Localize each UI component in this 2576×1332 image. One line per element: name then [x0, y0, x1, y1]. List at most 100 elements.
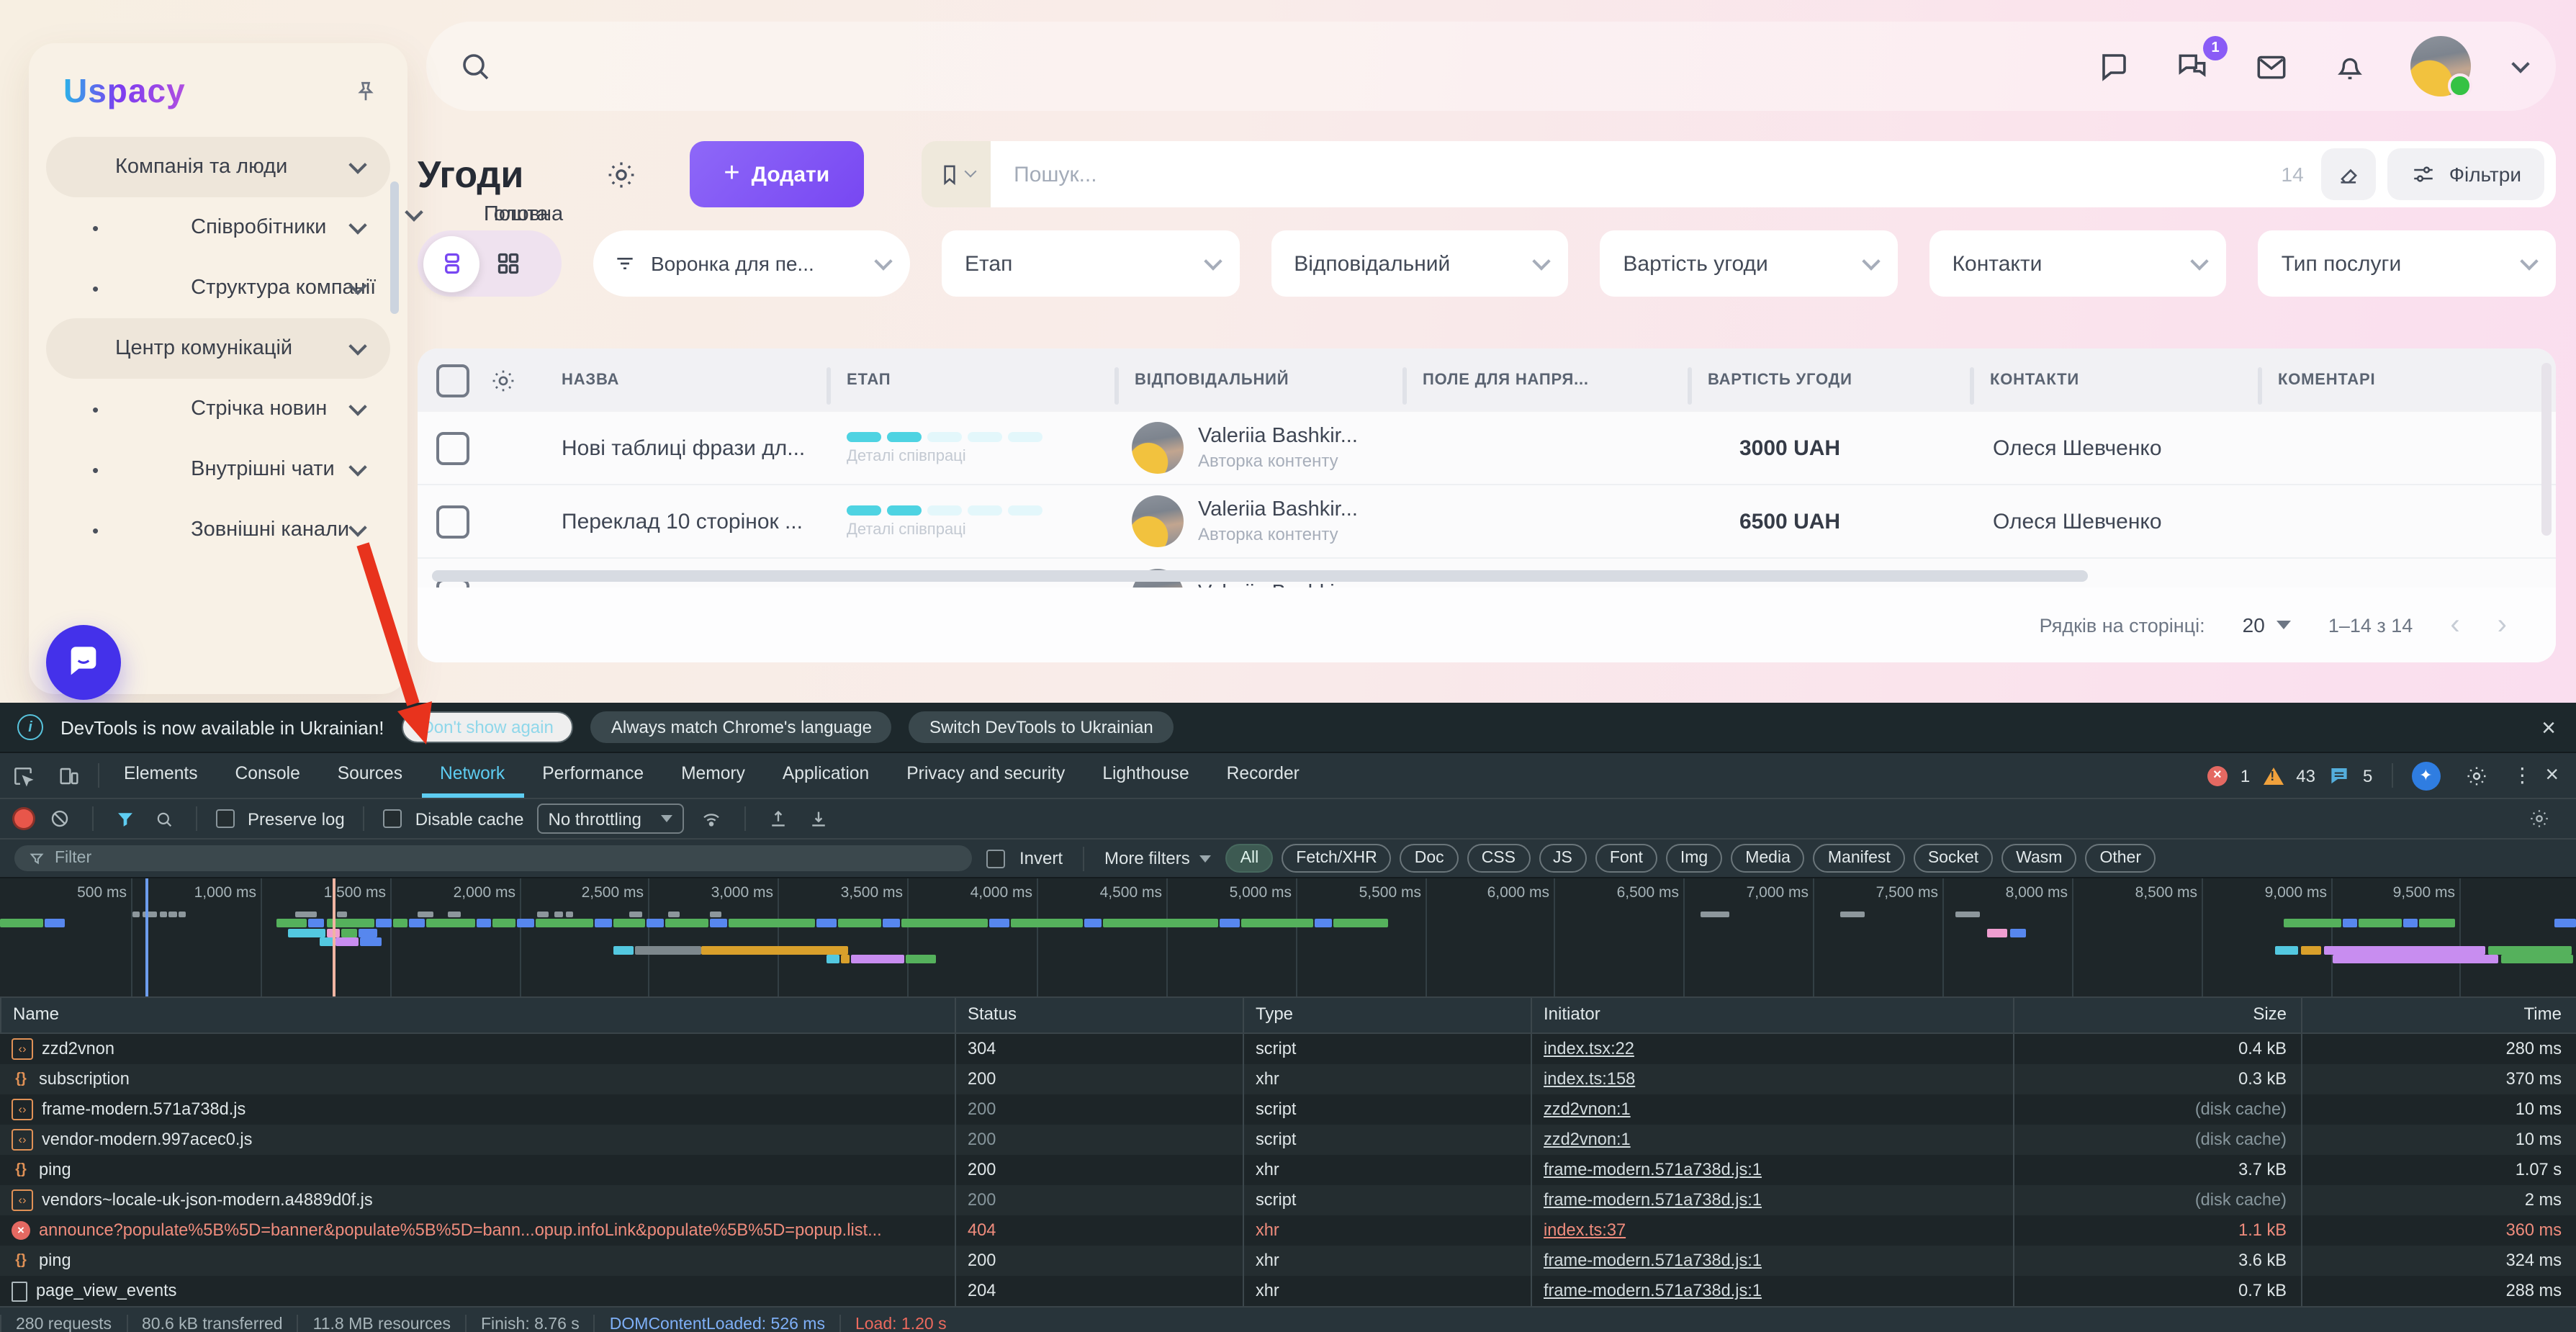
devtools-tab[interactable]: Lighthouse — [1084, 753, 1207, 798]
user-avatar[interactable] — [2410, 36, 2471, 96]
request-type-chip[interactable]: Socket — [1914, 844, 1993, 873]
feedback-icon[interactable] — [2097, 49, 2131, 84]
devtools-close-icon[interactable]: × — [2545, 764, 2559, 787]
request-name[interactable]: vendor-modern.997acec0.js — [42, 1125, 252, 1155]
sidebar-item[interactable]: Співробітники — [46, 197, 390, 258]
deal-contact[interactable]: Олеся Шевченко — [1970, 509, 2258, 534]
network-request-row[interactable]: page_view_events 204 xhr frame-modern.57… — [0, 1276, 2576, 1306]
network-filter-input[interactable]: Filter — [14, 845, 972, 871]
request-initiator-link[interactable]: index.ts:37 — [1544, 1220, 1626, 1240]
request-initiator-link[interactable]: frame-modern.571a738d.js:1 — [1544, 1159, 1762, 1179]
column-header[interactable]: НАЗВА — [541, 372, 827, 389]
request-type-chip[interactable]: Wasm — [2001, 844, 2076, 873]
filter-select[interactable]: Етап — [942, 230, 1239, 297]
devtools-tab[interactable]: Sources — [319, 753, 421, 798]
filter-select[interactable]: Тип послуги — [2258, 230, 2556, 297]
sidebar-item[interactable]: Стрічка новин — [46, 379, 390, 439]
request-name[interactable]: ping — [39, 1246, 71, 1276]
select-all-checkbox[interactable] — [436, 364, 469, 397]
row-checkbox[interactable] — [436, 505, 469, 538]
request-initiator-link[interactable]: zzd2vnon:1 — [1544, 1099, 1631, 1119]
notifications-bell-icon[interactable] — [2333, 49, 2367, 84]
devtools-tab[interactable]: Console — [217, 753, 319, 798]
throttling-select[interactable]: No throttling — [537, 804, 685, 834]
devtools-settings-gear-icon[interactable] — [2453, 764, 2499, 787]
devtools-tab[interactable]: Recorder — [1208, 753, 1318, 798]
request-initiator-link[interactable]: zzd2vnon:1 — [1544, 1129, 1631, 1149]
deal-name[interactable]: Нові таблиці фрази дл... — [541, 436, 827, 460]
network-settings-gear-icon[interactable] — [2517, 808, 2562, 829]
deal-name[interactable]: Переклад 10 сторінок ... — [541, 509, 827, 534]
inspect-element-icon[interactable] — [0, 764, 46, 787]
next-page-button[interactable]: › — [2498, 608, 2507, 642]
saved-filters-bookmark-button[interactable] — [922, 141, 991, 207]
request-initiator-link[interactable]: frame-modern.571a738d.js:1 — [1544, 1189, 1762, 1210]
sidebar-item[interactable]: Структура компанії — [46, 258, 390, 318]
request-type-chip[interactable]: All — [1226, 844, 1274, 873]
network-request-row[interactable]: ping 200 xhr frame-modern.571a738d.js:1 … — [0, 1246, 2576, 1276]
network-request-row[interactable]: subscription 200 xhr index.ts:158 0.3 kB… — [0, 1064, 2576, 1094]
request-initiator-link[interactable]: frame-modern.571a738d.js:1 — [1544, 1250, 1762, 1270]
row-checkbox[interactable] — [436, 431, 469, 464]
sidebar-item[interactable]: Зовнішні канали — [46, 500, 390, 560]
devtools-tab[interactable]: Elements — [105, 753, 217, 798]
network-column-header[interactable]: Initiator — [1531, 998, 2013, 1032]
clear-network-log-icon[interactable] — [46, 808, 73, 829]
request-type-chip[interactable]: Fetch/XHR — [1282, 844, 1392, 873]
column-header[interactable]: ВАРТІСТЬ УГОДИ — [1688, 372, 1970, 389]
deal-contact[interactable]: Олеся Шевченко — [1970, 436, 2258, 460]
column-header[interactable]: ПОЛЕ ДЛЯ НАПРЯ... — [1402, 372, 1688, 389]
search-network-icon[interactable] — [151, 809, 177, 829]
network-request-row[interactable]: frame-modern.571a738d.js 200 script zzd2… — [0, 1094, 2576, 1125]
import-har-icon[interactable] — [765, 808, 793, 829]
issues-icon[interactable] — [2328, 765, 2350, 786]
filter-select[interactable]: Контакти — [1929, 230, 2227, 297]
sidebar-item[interactable]: Компанія та люди — [46, 137, 390, 197]
profile-chevron-down-icon[interactable] — [2511, 54, 2529, 72]
column-header[interactable]: ЕТАП — [827, 372, 1114, 389]
chats-icon[interactable]: 1 — [2174, 48, 2210, 84]
invert-checkbox[interactable] — [986, 849, 1005, 868]
preserve-log-checkbox[interactable] — [216, 809, 235, 828]
filter-select[interactable]: Відповідальний — [1271, 230, 1568, 297]
request-type-chip[interactable]: Img — [1666, 844, 1722, 873]
warnings-icon[interactable] — [2263, 767, 2283, 784]
network-conditions-icon[interactable] — [698, 807, 726, 830]
filter-funnel-icon[interactable] — [112, 809, 138, 829]
export-har-icon[interactable] — [806, 808, 833, 829]
more-options-kebab-icon[interactable]: ⋮ — [2512, 763, 2532, 788]
request-name[interactable]: vendors~locale-uk-json-modern.a4889d0f.j… — [42, 1185, 373, 1215]
network-request-row[interactable]: announce?populate%5B%5D=banner&populate%… — [0, 1215, 2576, 1246]
devtools-tab[interactable]: Performance — [523, 753, 662, 798]
request-type-chip[interactable]: Other — [2085, 844, 2156, 873]
network-column-header[interactable]: Type — [1243, 998, 1531, 1032]
request-type-chip[interactable]: Media — [1731, 844, 1805, 873]
sidebar-item[interactable]: Центр комунікацій — [46, 318, 390, 379]
match-chrome-language-button[interactable]: Always match Chrome's language — [591, 711, 892, 743]
request-type-chip[interactable]: Font — [1595, 844, 1657, 873]
request-type-chip[interactable]: CSS — [1467, 844, 1530, 873]
network-column-header[interactable]: Time — [2301, 998, 2576, 1032]
dont-show-again-button[interactable]: Don't show again — [401, 711, 573, 743]
request-type-chip[interactable]: Manifest — [1814, 844, 1905, 873]
request-name[interactable]: announce?populate%5B%5D=banner&populate%… — [39, 1215, 882, 1246]
filters-button[interactable]: Фільтри — [2387, 148, 2544, 200]
columns-settings-gear-icon[interactable] — [490, 366, 541, 394]
devtools-tab[interactable]: Privacy and security — [888, 753, 1084, 798]
sidebar-scrollbar[interactable] — [390, 181, 399, 314]
deal-search-input[interactable]: Пошук... 14 Фільтри — [991, 141, 2556, 207]
support-chat-fab[interactable] — [46, 625, 121, 700]
column-header[interactable]: КОНТАКТИ — [1970, 372, 2258, 389]
request-type-chip[interactable]: JS — [1539, 844, 1587, 873]
devtools-tab[interactable]: Memory — [662, 753, 764, 798]
network-column-header[interactable]: Name — [0, 998, 955, 1032]
errors-icon[interactable]: × — [2207, 765, 2228, 786]
request-name[interactable]: zzd2vnon — [42, 1034, 114, 1064]
network-column-header[interactable]: Size — [2013, 998, 2301, 1032]
network-request-row[interactable]: vendor-modern.997acec0.js 200 script zzd… — [0, 1125, 2576, 1155]
column-header[interactable]: КОМЕНТАРІ — [2258, 372, 2556, 389]
column-header[interactable]: ВІДПОВІДАЛЬНИЙ — [1114, 372, 1402, 389]
banner-close-icon[interactable]: × — [2541, 715, 2556, 739]
request-name[interactable]: frame-modern.571a738d.js — [42, 1094, 246, 1125]
network-request-row[interactable]: zzd2vnon 304 script index.tsx:22 0.4 kB … — [0, 1034, 2576, 1064]
